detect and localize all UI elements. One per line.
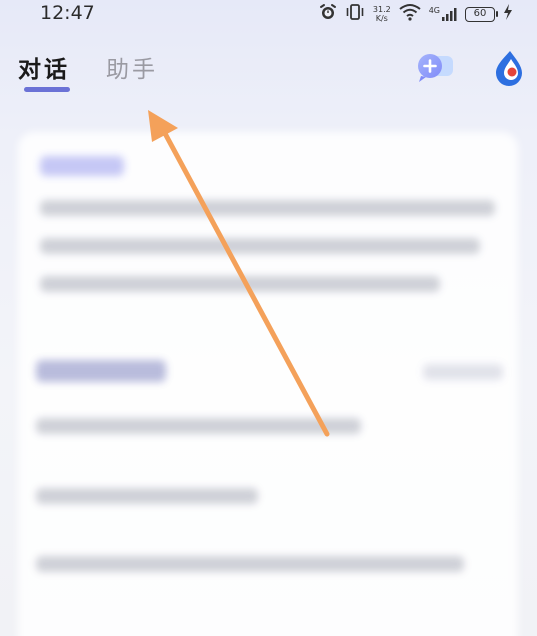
top-tabs: 对话 助手 bbox=[18, 50, 158, 92]
tab-assistant-label: 助手 bbox=[106, 57, 158, 83]
wifi-icon bbox=[399, 3, 421, 25]
battery-icon: 60 bbox=[465, 6, 498, 22]
new-chat-icon bbox=[415, 50, 455, 90]
blurred-text-line bbox=[40, 276, 440, 292]
signal-type-label: 4G bbox=[428, 6, 440, 15]
app-logo-icon bbox=[490, 49, 528, 91]
blurred-content-card bbox=[18, 132, 518, 636]
new-chat-button[interactable] bbox=[415, 50, 455, 90]
blurred-question bbox=[36, 418, 361, 434]
network-speed-unit: K/s bbox=[375, 14, 388, 23]
alarm-icon bbox=[319, 3, 337, 25]
blurred-text-line bbox=[40, 238, 480, 254]
blurred-question bbox=[36, 556, 464, 572]
active-tab-indicator bbox=[24, 87, 70, 92]
blurred-heading bbox=[36, 360, 166, 382]
tab-chat[interactable]: 对话 bbox=[18, 50, 70, 92]
cell-signal-icon: 4G bbox=[429, 6, 457, 22]
status-time: 12:47 bbox=[40, 2, 95, 24]
app-logo-button[interactable] bbox=[489, 50, 529, 90]
network-speed: 31.2 K/s bbox=[373, 5, 391, 23]
header-actions bbox=[415, 50, 529, 90]
network-speed-value: 31.2 bbox=[372, 5, 391, 14]
blurred-side-text bbox=[423, 364, 503, 380]
tab-chat-label: 对话 bbox=[18, 57, 70, 83]
status-bar: 12:47 31.2 K/s 4G 60 bbox=[0, 0, 537, 28]
blurred-question bbox=[36, 488, 258, 504]
battery-level: 60 bbox=[473, 7, 487, 19]
charging-icon bbox=[503, 4, 513, 24]
blurred-tag bbox=[40, 156, 124, 176]
vibrate-icon bbox=[345, 3, 365, 25]
tab-assistant[interactable]: 助手 bbox=[106, 50, 158, 84]
blurred-text-line bbox=[40, 200, 495, 216]
status-icons: 31.2 K/s 4G 60 bbox=[319, 3, 513, 25]
